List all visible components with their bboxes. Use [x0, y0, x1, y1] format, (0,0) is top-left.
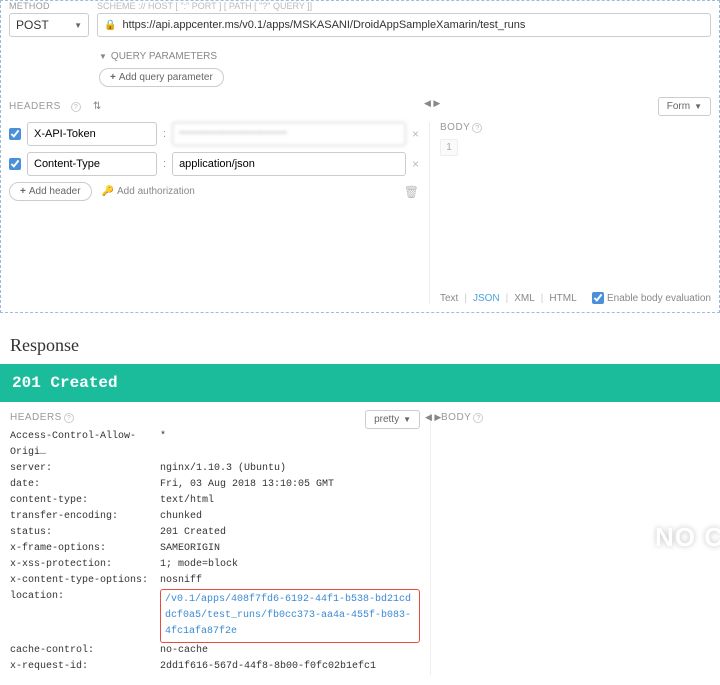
request-top-row: METHOD POST ▼ SCHEME :// HOST [ ":" PORT… [1, 1, 719, 37]
response-split: HEADERS ? pretty ▼ Access-Control-Allow-… [0, 402, 720, 685]
help-icon[interactable]: ? [71, 102, 81, 112]
add-header-label: Add header [29, 186, 81, 197]
pretty-dropdown[interactable]: pretty ▼ [365, 410, 420, 429]
header-name-input[interactable] [27, 152, 157, 176]
url-input[interactable]: 🔒 https://api.appcenter.ms/v0.1/apps/MSK… [97, 13, 711, 37]
resp-header-row: cache-control:no-cache [10, 643, 420, 659]
resp-header-row: Access-Control-Allow-Origi…* [10, 429, 420, 461]
header-row: : •••••••••••••••••••••••••••• × [9, 122, 419, 146]
caret-down-icon: ▼ [694, 102, 702, 111]
panel-nav[interactable]: ◀ ▶ [425, 412, 441, 423]
help-icon[interactable]: ? [64, 413, 74, 423]
lock-icon: 🔒 [104, 20, 116, 31]
add-auth-label: Add authorization [117, 186, 195, 197]
resp-header-row: content-type:text/html [10, 493, 420, 509]
header-name-input[interactable] [27, 122, 157, 146]
resp-header-row: x-xss-protection:1; mode=block [10, 557, 420, 573]
remove-header-icon[interactable]: × [412, 127, 419, 141]
enable-body-eval[interactable]: Enable body evaluation [592, 292, 711, 304]
add-header-button[interactable]: + Add header [9, 182, 92, 201]
request-split: : •••••••••••••••••••••••••••• × : × + A… [1, 122, 719, 312]
header-row: : × [9, 152, 419, 176]
body-editor[interactable] [440, 156, 711, 286]
panel-nav[interactable]: ◀ ▶ [424, 98, 440, 109]
plus-icon: + [110, 72, 116, 83]
resp-headers-titlebar: HEADERS ? pretty ▼ [10, 412, 420, 423]
request-panel: METHOD POST ▼ SCHEME :// HOST [ ":" PORT… [0, 0, 720, 313]
scheme-label: SCHEME :// HOST [ ":" PORT ] [ PATH [ "?… [97, 1, 711, 11]
header-actions: + Add header 🔑 Add authorization 🗑 [9, 182, 419, 201]
add-query-parameter-button[interactable]: + Add query parameter [99, 68, 224, 87]
body-line-number: 1 [440, 139, 458, 156]
response-status: 201 Created [0, 364, 720, 402]
caret-down-icon: ▼ [74, 21, 82, 30]
resp-headers-title: HEADERS [10, 412, 62, 423]
sort-icon[interactable]: ⇅ [93, 101, 101, 112]
tab-xml[interactable]: XML [514, 293, 535, 304]
header-enabled-checkbox[interactable] [9, 128, 21, 140]
url-column: SCHEME :// HOST [ ":" PORT ] [ PATH [ "?… [97, 1, 711, 37]
enable-body-eval-label: Enable body evaluation [607, 293, 711, 304]
body-right: ◀ ▶ BODY ? 1 Text| JSON| XML| HTML Enabl… [429, 122, 711, 304]
resp-header-row: location:/v0.1/apps/408f7fd6-6192-44f1-b… [10, 589, 420, 643]
method-value: POST [16, 18, 49, 32]
form-label: Form [667, 101, 690, 112]
caret-down-icon: ▼ [403, 415, 411, 424]
help-icon[interactable]: ? [473, 413, 483, 423]
colon-icon: : [163, 128, 166, 140]
enable-body-eval-checkbox[interactable] [592, 292, 604, 304]
resp-header-row: x-frame-options:SAMEORIGIN [10, 541, 420, 557]
trash-icon[interactable]: 🗑 [404, 185, 419, 199]
headers-left: : •••••••••••••••••••••••••••• × : × + A… [9, 122, 419, 304]
header-value-input[interactable]: •••••••••••••••••••••••••••• [172, 122, 406, 146]
add-qp-label: Add query parameter [119, 72, 213, 83]
tab-html[interactable]: HTML [549, 293, 576, 304]
help-icon[interactable]: ? [472, 123, 482, 133]
key-icon: 🔑 [102, 186, 114, 197]
url-text: https://api.appcenter.ms/v0.1/apps/MSKAS… [122, 19, 525, 31]
response-headers-col: HEADERS ? pretty ▼ Access-Control-Allow-… [10, 412, 420, 675]
remove-header-icon[interactable]: × [412, 157, 419, 171]
tab-text[interactable]: Text [440, 293, 458, 304]
body-title-row: BODY ? [440, 122, 711, 133]
body-title: BODY [440, 122, 470, 133]
resp-header-row: transfer-encoding:chunked [10, 509, 420, 525]
response-title: Response [0, 327, 720, 364]
resp-header-row: x-content-type-options:nosniff [10, 573, 420, 589]
chevron-down-icon: ▼ [99, 52, 107, 61]
header-value-input[interactable] [172, 152, 406, 176]
method-label: METHOD [9, 1, 89, 11]
tab-json[interactable]: JSON [473, 293, 500, 304]
add-authorization-button[interactable]: 🔑 Add authorization [102, 186, 195, 197]
resp-header-row: server:nginx/1.10.3 (Ubuntu) [10, 461, 420, 477]
resp-body-title: BODY [441, 412, 471, 423]
location-link[interactable]: /v0.1/apps/408f7fd6-6192-44f1-b538-bd21c… [165, 594, 411, 637]
method-select[interactable]: POST ▼ [9, 13, 89, 37]
method-column: METHOD POST ▼ [9, 1, 89, 37]
resp-body-titlebar: BODY ? [441, 412, 710, 423]
location-highlight: /v0.1/apps/408f7fd6-6192-44f1-b538-bd21c… [160, 589, 420, 643]
plus-icon: + [20, 186, 26, 197]
query-parameters-section: ▼ QUERY PARAMETERS + Add query parameter [99, 45, 719, 87]
headers-titlebar: HEADERS ? ⇅ Form ▼ [1, 87, 719, 122]
colon-icon: : [163, 158, 166, 170]
qp-title: QUERY PARAMETERS [111, 51, 217, 62]
header-enabled-checkbox[interactable] [9, 158, 21, 170]
resp-header-row: date:Fri, 03 Aug 2018 13:10:05 GMT [10, 477, 420, 493]
resp-header-row: x-request-id:2dd1f616-567d-44f8-8b00-f0f… [10, 659, 420, 675]
resp-header-row: status:201 Created [10, 525, 420, 541]
headers-title: HEADERS [9, 101, 61, 112]
response-body-col: ◀ ▶ BODY ? [430, 412, 710, 675]
body-footer: Text| JSON| XML| HTML Enable body evalua… [440, 286, 711, 304]
query-parameters-toggle[interactable]: ▼ QUERY PARAMETERS [99, 45, 719, 68]
headers-view-dropdown[interactable]: Form ▼ [658, 97, 711, 116]
pretty-label: pretty [374, 414, 399, 425]
response-section: Response 201 Created HEADERS ? pretty ▼ … [0, 327, 720, 685]
